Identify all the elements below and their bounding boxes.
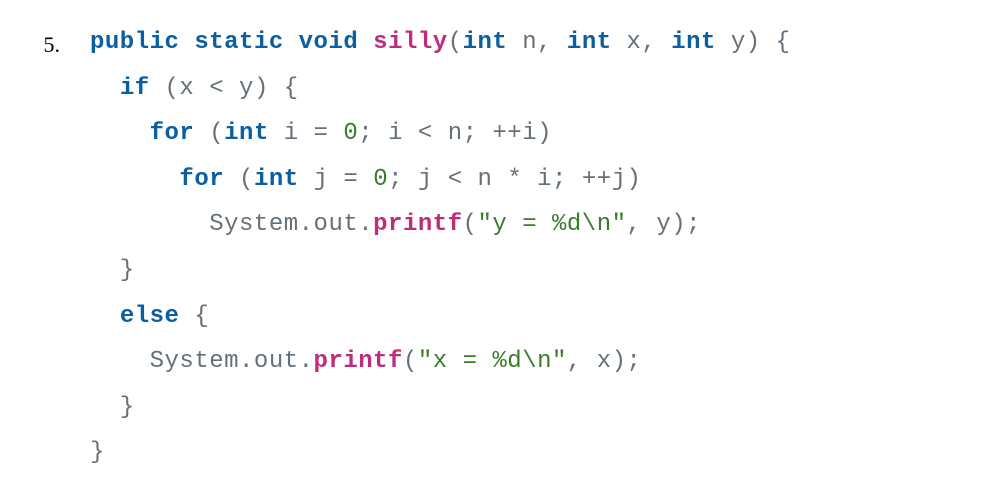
closing-brace: } bbox=[90, 394, 135, 421]
closing-brace: } bbox=[90, 257, 135, 284]
closing-brace: } bbox=[90, 439, 105, 466]
keyword-int: int bbox=[567, 29, 612, 56]
keyword-for: for bbox=[150, 120, 195, 147]
keyword-if: if bbox=[120, 75, 150, 102]
string-literal: "x = %d\n" bbox=[418, 348, 567, 375]
string-literal: "y = %d\n" bbox=[477, 211, 626, 238]
keyword-int: int bbox=[671, 29, 716, 56]
code-block: public static void silly(int n, int x, i… bbox=[90, 20, 790, 476]
keyword-int: int bbox=[254, 166, 299, 193]
number-literal: 0 bbox=[343, 120, 358, 147]
number-literal: 0 bbox=[373, 166, 388, 193]
keyword-void: void bbox=[299, 29, 359, 56]
keyword-else: else bbox=[120, 303, 180, 330]
method-name: silly bbox=[373, 29, 448, 56]
code-question: 5. public static void silly(int n, int x… bbox=[30, 20, 952, 476]
method-printf: printf bbox=[373, 211, 462, 238]
question-number: 5. bbox=[30, 24, 60, 66]
keyword-int: int bbox=[463, 29, 508, 56]
keyword-int: int bbox=[224, 120, 269, 147]
system-out: System.out. bbox=[150, 348, 314, 375]
keyword-static: static bbox=[194, 29, 283, 56]
method-printf: printf bbox=[314, 348, 403, 375]
system-out: System.out. bbox=[209, 211, 373, 238]
keyword-public: public bbox=[90, 29, 179, 56]
keyword-for: for bbox=[179, 166, 224, 193]
